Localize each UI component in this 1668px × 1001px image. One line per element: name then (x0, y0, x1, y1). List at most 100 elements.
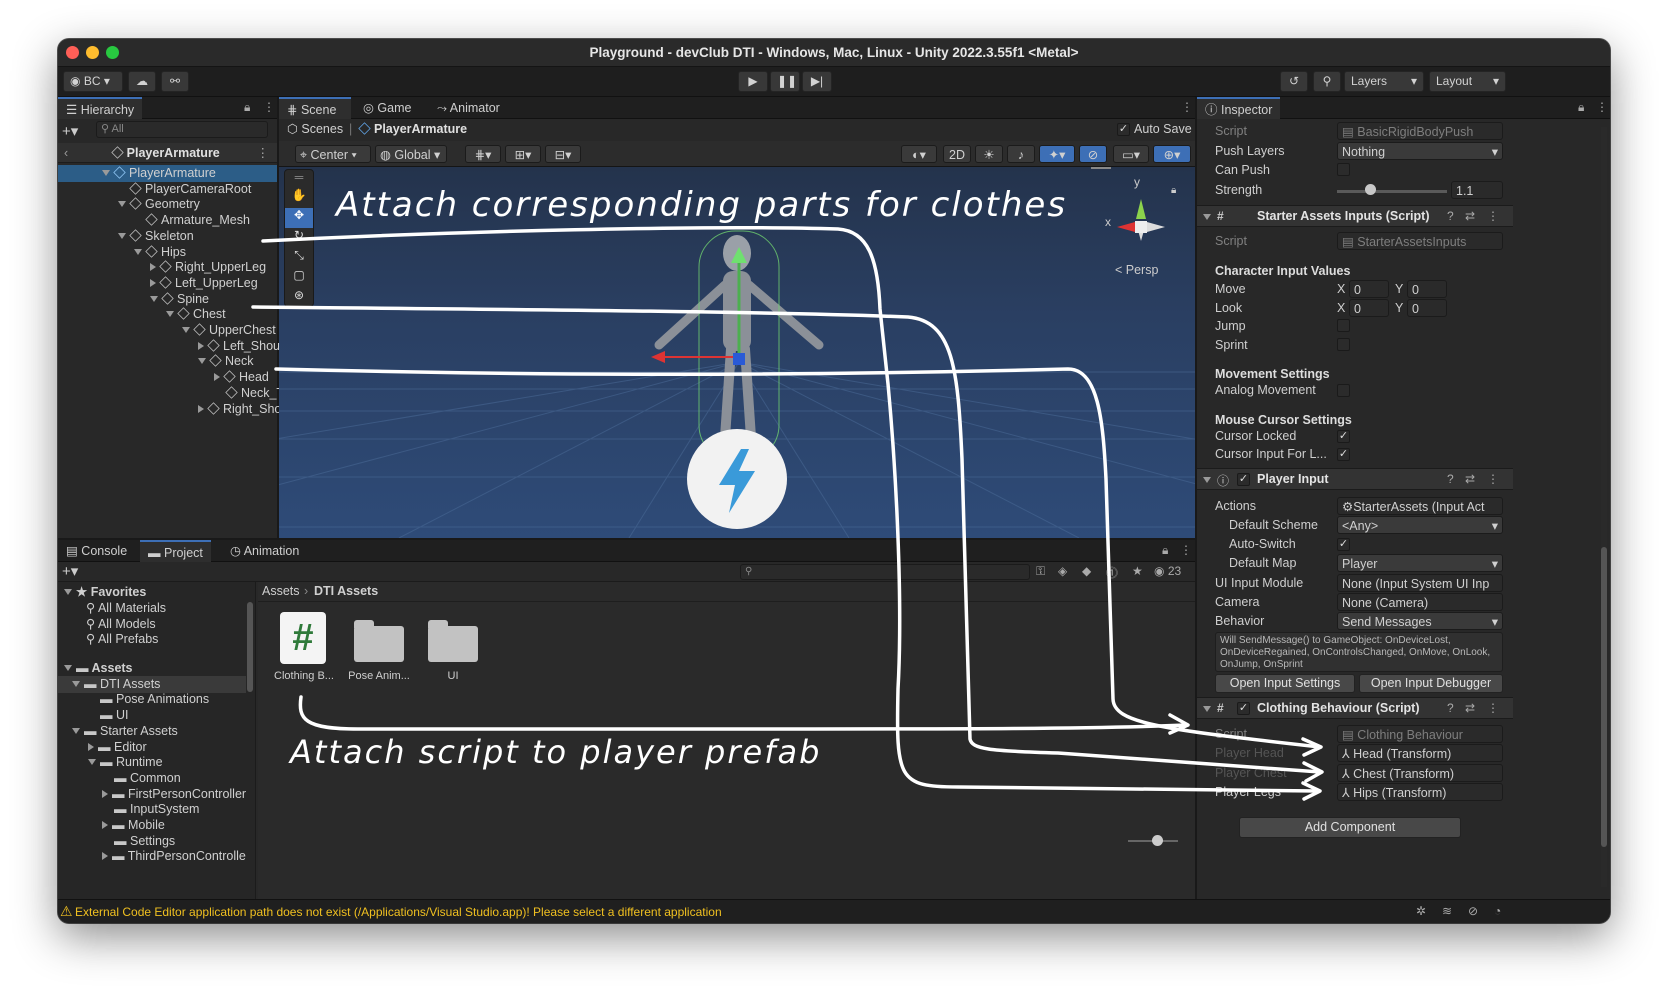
player-input-presets-icon[interactable]: ⇄ (1465, 472, 1475, 486)
expand-icon[interactable] (134, 248, 142, 255)
hierarchy-item[interactable]: Geometry (58, 196, 277, 213)
player-input-header[interactable]: ⓘ ✓ Player Input ? ⇄ ⋮ (1197, 468, 1513, 490)
asset-tree-item[interactable]: ▬ Editor (58, 739, 246, 756)
grid-visibility-icon[interactable]: ⊞▾ (505, 145, 541, 163)
collapsed-icon[interactable] (198, 404, 204, 413)
inspector-more-icon[interactable]: ⋮ (1596, 100, 1608, 114)
tab-scene[interactable]: ⋕ Scene (279, 97, 351, 119)
player-chest-field[interactable]: ⅄ Chest (Transform) (1337, 764, 1503, 782)
transform-tool-icon[interactable]: ⊛ (285, 288, 313, 308)
status-message[interactable]: External Code Editor application path do… (75, 905, 722, 919)
effects-icon[interactable]: ✦▾ (1039, 145, 1075, 163)
push-layers-dropdown[interactable]: Nothing ▾ (1337, 142, 1503, 160)
search-icon[interactable]: ⚲ (1313, 71, 1341, 92)
clothing-script-field[interactable]: ▤ Clothing Behaviour (1337, 725, 1503, 743)
hierarchy-item[interactable]: Armature_Mesh (58, 212, 277, 229)
expand-icon[interactable] (118, 201, 126, 208)
starter-script-field[interactable]: ▤ StarterAssetsInputs (1337, 232, 1503, 250)
rotate-tool-icon[interactable]: ↻ (285, 228, 313, 248)
collapsed-icon[interactable] (150, 278, 156, 287)
asset-tree-item[interactable]: ▬ ThirdPersonControlle (58, 848, 246, 865)
tab-animator[interactable]: ⤳ Animator (429, 97, 508, 119)
view-tool-icon[interactable]: ✋ (285, 188, 313, 208)
player-input-enabled-checkbox[interactable]: ✓ (1237, 473, 1250, 486)
collapsed-icon[interactable] (214, 373, 220, 382)
layers-status-icon[interactable]: ≋ (1442, 904, 1452, 918)
analog-movement-checkbox[interactable] (1337, 384, 1350, 397)
root-more-icon[interactable]: ⋮ (257, 143, 270, 163)
more-menu-icon[interactable]: ⋮ (263, 100, 275, 114)
inspector-lock-icon[interactable]: 🔒︎ (1578, 100, 1584, 115)
hierarchy-item[interactable]: UpperChest (58, 322, 277, 339)
ui-input-module-field[interactable]: None (Input System UI Inp (1337, 574, 1503, 592)
layout-dropdown[interactable]: Layout ▾ (1429, 71, 1506, 92)
lock-icon[interactable]: 🔒︎ (244, 100, 250, 115)
favorite-item[interactable]: ⚲ All Models (86, 616, 156, 633)
grid-snap-icon[interactable]: ⋕▾ (465, 145, 501, 163)
player-head-field[interactable]: ⅄ Head (Transform) (1337, 744, 1503, 762)
move-tool-icon[interactable]: ✥ (285, 208, 313, 228)
camera-field[interactable]: None (Camera) (1337, 593, 1503, 611)
favorites-folder[interactable]: ★ Favorites (64, 584, 146, 601)
shading-mode-icon[interactable]: ◐▾ (901, 145, 937, 163)
collapse-icon[interactable] (1203, 214, 1211, 220)
icon-size-slider-knob[interactable] (1152, 835, 1163, 846)
hierarchy-item[interactable]: Neck_Tw (58, 385, 292, 402)
hierarchy-item[interactable]: Chest (58, 306, 277, 323)
layers-dropdown[interactable]: Layers ▾ (1344, 71, 1424, 92)
expand-icon[interactable] (72, 727, 80, 734)
tree-scroll-thumb[interactable] (247, 602, 253, 692)
player-input-collapse-icon[interactable] (1203, 477, 1211, 483)
look-y-field[interactable]: 0 (1407, 299, 1447, 317)
asset-tree-item[interactable]: ▬ FirstPersonController (58, 786, 246, 803)
expand-icon[interactable] (166, 311, 174, 318)
auto-switch-checkbox[interactable]: ✓ (1337, 538, 1350, 551)
collapsed-icon[interactable] (102, 789, 108, 798)
component-menu-icon[interactable]: ⋮ (1487, 209, 1499, 223)
rect-tool-icon[interactable]: ▢ (285, 268, 313, 288)
auto-save-checkbox[interactable]: ✓ (1117, 123, 1130, 136)
clothing-help-icon[interactable]: ? (1447, 701, 1454, 715)
breadcrumb-scenes[interactable]: ⬡ Scenes (287, 121, 343, 138)
project-add-button[interactable]: +▾ (62, 562, 78, 580)
camera-icon[interactable]: ▭▾ (1113, 145, 1149, 163)
debug-icon[interactable]: ✲ (1416, 904, 1426, 918)
asset-tree-item[interactable]: ▬ Pose Animations (58, 691, 246, 708)
breadcrumb-assets[interactable]: Assets (262, 583, 300, 600)
search-by-label-icon[interactable]: ◈ (1058, 564, 1067, 578)
file-pose-label[interactable]: Pose Anim... (341, 670, 417, 682)
actions-field[interactable]: ⚙StarterAssets (Input Act (1337, 497, 1503, 515)
cloud-icon[interactable]: ☁ (128, 71, 156, 92)
clothing-behaviour-header[interactable]: # ✓ Clothing Behaviour (Script) ? ⇄ ⋮ (1197, 697, 1513, 719)
expand-icon[interactable] (118, 232, 126, 239)
hierarchy-item[interactable]: Neck (58, 353, 277, 370)
breadcrumb-dti-assets[interactable]: DTI Assets (314, 583, 378, 600)
expand-icon[interactable] (88, 759, 96, 766)
scene-more-icon[interactable]: ⋮ (1181, 100, 1193, 114)
csharp-script-icon[interactable]: # (280, 612, 326, 664)
asset-tree-item[interactable]: ▬ Common (58, 770, 246, 787)
help-icon[interactable]: ? (1447, 209, 1454, 223)
hierarchy-item[interactable]: Skeleton (58, 228, 277, 245)
hierarchy-item[interactable]: Right_UpperLeg (58, 259, 277, 276)
asset-tree-item[interactable]: ▬ Assets (58, 660, 246, 677)
jump-checkbox[interactable] (1337, 319, 1350, 332)
collapsed-icon[interactable] (198, 341, 204, 350)
expand-icon[interactable] (198, 358, 206, 365)
open-input-debugger-button[interactable]: Open Input Debugger (1359, 674, 1503, 693)
look-x-field[interactable]: 0 (1349, 299, 1389, 317)
account-dropdown[interactable]: ◉ BC ▾ (63, 71, 123, 92)
hierarchy-item[interactable]: Hips (58, 244, 277, 261)
tab-console[interactable]: ▤ Console (58, 540, 135, 562)
asset-tree-item[interactable]: ▬ DTI Assets (58, 675, 246, 693)
hierarchy-item[interactable]: Left_Should (58, 338, 290, 355)
history-icon[interactable]: ↺ (1280, 71, 1308, 92)
collapsed-icon[interactable] (88, 742, 94, 751)
strength-slider-knob[interactable] (1365, 184, 1376, 195)
hierarchy-item[interactable]: PlayerCameraRoot (58, 181, 277, 198)
search-by-type-icon[interactable]: ⚿ (1036, 564, 1045, 579)
cursor-input-checkbox[interactable]: ✓ (1337, 448, 1350, 461)
asset-tree-item[interactable]: ▬ Mobile (58, 817, 246, 834)
project-more-icon[interactable]: ⋮ (1180, 543, 1192, 557)
increment-snap-icon[interactable]: ⊟▾ (545, 145, 581, 163)
